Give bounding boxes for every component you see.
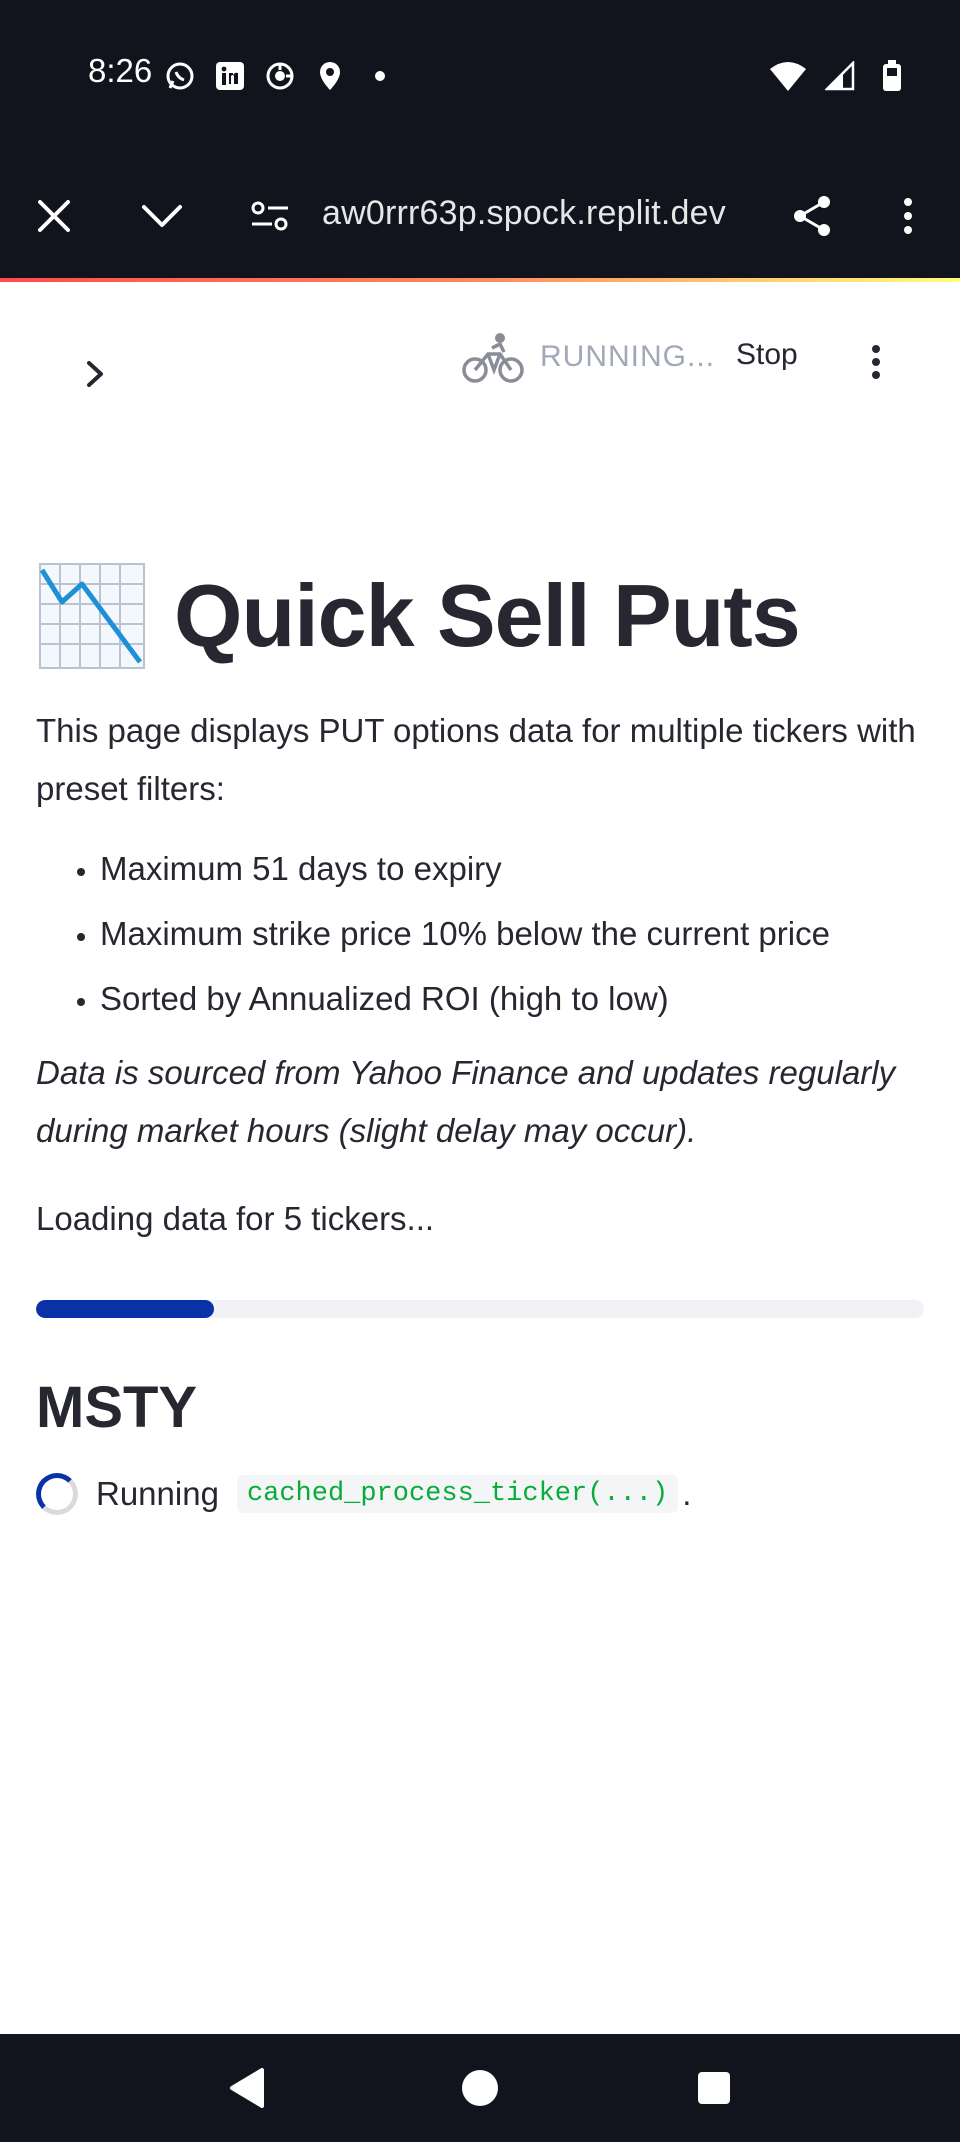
title-row: Quick Sell Puts: [36, 560, 924, 672]
close-tab-button[interactable]: [22, 184, 86, 248]
wifi-icon: [770, 58, 806, 94]
site-settings-button[interactable]: [238, 184, 302, 248]
loading-status: Loading data for 5 tickers...: [36, 1200, 435, 1237]
running-label: RUNNING...: [540, 340, 715, 373]
bicycle-icon: [462, 333, 524, 383]
ai-app-icon: [262, 58, 298, 94]
status-time: 8:26: [88, 52, 153, 89]
function-code: cached_process_ticker(...): [236, 1475, 679, 1513]
whatsapp-icon: [162, 58, 198, 94]
filter-list: Maximum 51 days to expiry Maximum strike…: [36, 846, 924, 1022]
progress-bar-fill: [36, 1300, 214, 1318]
running-suffix: .: [682, 1475, 692, 1512]
back-button[interactable]: [218, 2060, 274, 2116]
chevron-down-icon: [142, 205, 182, 227]
status-bar: 8:26: [0, 0, 960, 152]
progress-bar: [36, 1300, 924, 1318]
page-description: This page displays PUT options data for …: [36, 712, 916, 807]
running-prefix: Running: [96, 1475, 219, 1512]
minimize-button[interactable]: [130, 184, 194, 248]
chevron-right-icon: [87, 361, 103, 387]
more-vert-icon: [872, 345, 880, 379]
share-icon: [794, 196, 830, 236]
sidebar-toggle-button[interactable]: [72, 350, 120, 398]
browser-menu-button[interactable]: [876, 184, 940, 248]
location-pin-icon: [312, 58, 348, 94]
close-icon: [38, 200, 70, 232]
back-triangle-icon: [230, 2068, 264, 2108]
home-button[interactable]: [452, 2060, 508, 2116]
running-spinner-row: Running cached_process_ticker(...).: [36, 1473, 924, 1515]
ticker-heading: MSTY: [36, 1375, 198, 1440]
site-settings-icon: [251, 201, 288, 231]
battery-icon: [874, 58, 910, 94]
stop-button[interactable]: Stop: [736, 338, 798, 372]
recents-button[interactable]: [686, 2060, 742, 2116]
spinner-icon: [36, 1473, 78, 1515]
page-title: Quick Sell Puts: [174, 566, 801, 665]
data-source-note: Data is sourced from Yahoo Finance and u…: [36, 1054, 896, 1149]
list-item: Sorted by Annualized ROI (high to low): [100, 976, 924, 1022]
system-nav-bar: [0, 2034, 960, 2142]
running-status: RUNNING...: [462, 330, 715, 384]
app-header: RUNNING... Stop: [0, 282, 960, 442]
list-item: Maximum 51 days to expiry: [100, 846, 924, 892]
linkedin-icon: [212, 58, 248, 94]
url-bar[interactable]: aw0rrr63p.spock.replit.dev: [322, 194, 762, 233]
browser-toolbar: aw0rrr63p.spock.replit.dev: [0, 152, 960, 280]
notification-icons: [162, 58, 398, 94]
app-menu-button[interactable]: [856, 334, 896, 390]
signal-icon: [822, 58, 858, 94]
chart-decreasing-icon: [39, 563, 145, 669]
more-vert-icon: [904, 198, 912, 234]
system-icons: [770, 58, 910, 94]
dot-icon: [362, 58, 398, 94]
share-button[interactable]: [780, 184, 844, 248]
main-content: Quick Sell Puts This page displays PUT o…: [36, 560, 924, 1515]
recents-square-icon: [698, 2072, 730, 2104]
home-circle-icon: [462, 2070, 498, 2106]
list-item: Maximum strike price 10% below the curre…: [100, 911, 924, 957]
